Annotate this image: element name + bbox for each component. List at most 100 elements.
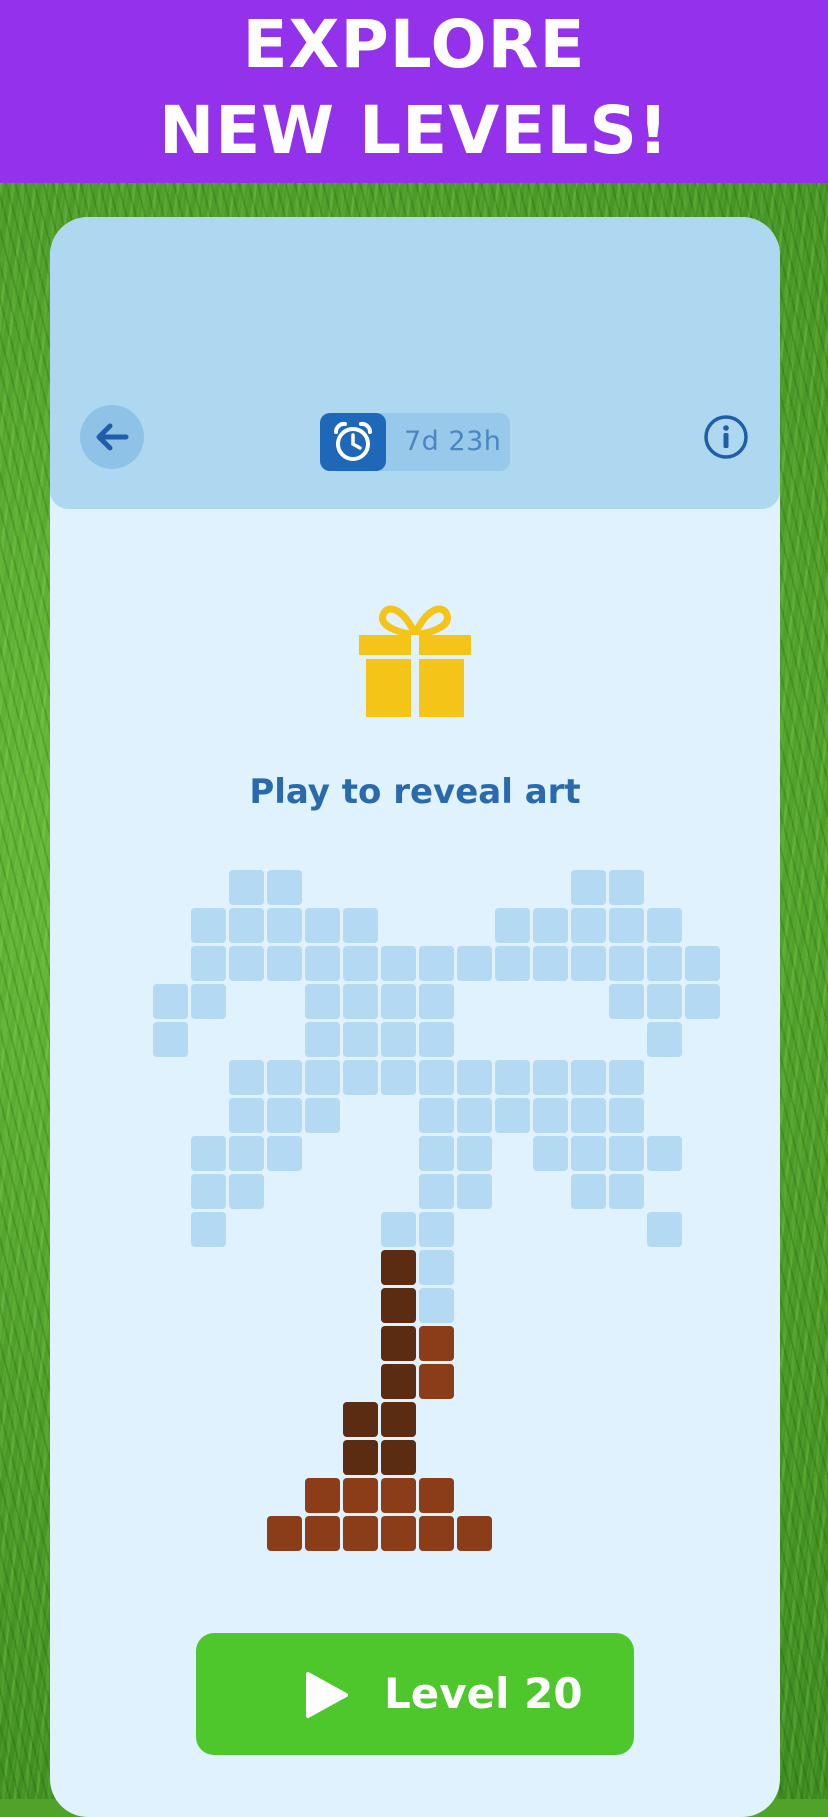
- hidden-pixel-tile: [305, 984, 340, 1019]
- hidden-pixel-tile: [419, 1250, 454, 1285]
- hidden-pixel-tile: [571, 908, 606, 943]
- hidden-pixel-tile: [571, 1060, 606, 1095]
- revealed-pixel-tile: [419, 1364, 454, 1399]
- hidden-pixel-tile: [647, 1212, 682, 1247]
- hidden-pixel-tile: [229, 1098, 264, 1133]
- hidden-pixel-tile: [381, 984, 416, 1019]
- hidden-pixel-tile: [457, 1136, 492, 1171]
- revealed-pixel-tile: [419, 1478, 454, 1513]
- hidden-pixel-tile: [305, 908, 340, 943]
- hidden-pixel-tile: [153, 984, 188, 1019]
- revealed-pixel-tile: [343, 1402, 378, 1437]
- hidden-pixel-tile: [609, 1098, 644, 1133]
- hidden-pixel-tile: [533, 946, 568, 981]
- hidden-pixel-tile: [419, 946, 454, 981]
- hidden-pixel-tile: [609, 908, 644, 943]
- hidden-pixel-tile: [381, 1022, 416, 1057]
- hidden-pixel-tile: [457, 1098, 492, 1133]
- hidden-pixel-tile: [647, 1022, 682, 1057]
- hidden-pixel-tile: [609, 1060, 644, 1095]
- hidden-pixel-tile: [533, 1136, 568, 1171]
- revealed-pixel-tile: [305, 1516, 340, 1551]
- hidden-pixel-tile: [153, 1022, 188, 1057]
- hidden-pixel-tile: [419, 1174, 454, 1209]
- hidden-pixel-tile: [647, 1136, 682, 1171]
- hidden-pixel-tile: [609, 1136, 644, 1171]
- hidden-pixel-tile: [419, 984, 454, 1019]
- hidden-pixel-tile: [495, 908, 530, 943]
- revealed-pixel-tile: [419, 1326, 454, 1361]
- hidden-pixel-tile: [267, 1136, 302, 1171]
- hidden-pixel-tile: [267, 870, 302, 905]
- hidden-pixel-tile: [229, 908, 264, 943]
- hidden-pixel-tile: [229, 1174, 264, 1209]
- hidden-pixel-tile: [191, 984, 226, 1019]
- revealed-pixel-tile: [343, 1516, 378, 1551]
- play-level-button[interactable]: Level 20: [196, 1633, 634, 1755]
- hidden-pixel-tile: [647, 946, 682, 981]
- revealed-pixel-tile: [381, 1440, 416, 1475]
- hidden-pixel-tile: [419, 1022, 454, 1057]
- hidden-pixel-tile: [305, 1098, 340, 1133]
- hidden-pixel-tile: [343, 946, 378, 981]
- hidden-pixel-tile: [419, 1098, 454, 1133]
- hidden-pixel-tile: [267, 946, 302, 981]
- level-card: 7d 23h Play to reveal art Level 20: [50, 217, 780, 1817]
- hidden-pixel-tile: [381, 1212, 416, 1247]
- hidden-pixel-tile: [571, 870, 606, 905]
- hidden-pixel-tile: [571, 1098, 606, 1133]
- promo-banner: EXPLORE NEW LEVELS!: [0, 0, 828, 183]
- hidden-pixel-tile: [191, 1174, 226, 1209]
- hidden-pixel-tile: [685, 984, 720, 1019]
- hidden-pixel-tile: [191, 946, 226, 981]
- play-icon: [306, 1672, 348, 1718]
- hidden-pixel-tile: [191, 908, 226, 943]
- hidden-pixel-tile: [571, 1174, 606, 1209]
- hidden-pixel-tile: [457, 946, 492, 981]
- revealed-pixel-tile: [381, 1364, 416, 1399]
- hidden-pixel-tile: [229, 1136, 264, 1171]
- hidden-pixel-tile: [305, 946, 340, 981]
- hidden-pixel-tile: [609, 946, 644, 981]
- hidden-pixel-tile: [533, 1098, 568, 1133]
- hidden-pixel-tile: [343, 908, 378, 943]
- hidden-pixel-tile: [609, 1174, 644, 1209]
- hidden-pixel-tile: [305, 1022, 340, 1057]
- revealed-pixel-tile: [267, 1516, 302, 1551]
- hidden-pixel-tile: [305, 1060, 340, 1095]
- pixel-art-grid: [50, 217, 780, 1817]
- play-level-label: Level 20: [384, 1669, 583, 1718]
- revealed-pixel-tile: [343, 1478, 378, 1513]
- hidden-pixel-tile: [381, 946, 416, 981]
- hidden-pixel-tile: [419, 1136, 454, 1171]
- revealed-pixel-tile: [381, 1250, 416, 1285]
- hidden-pixel-tile: [495, 1098, 530, 1133]
- hidden-pixel-tile: [457, 1060, 492, 1095]
- banner-title-line1: EXPLORE: [242, 6, 586, 83]
- hidden-pixel-tile: [533, 1060, 568, 1095]
- revealed-pixel-tile: [343, 1440, 378, 1475]
- hidden-pixel-tile: [267, 1060, 302, 1095]
- hidden-pixel-tile: [495, 946, 530, 981]
- hidden-pixel-tile: [419, 1060, 454, 1095]
- hidden-pixel-tile: [343, 984, 378, 1019]
- revealed-pixel-tile: [381, 1402, 416, 1437]
- revealed-pixel-tile: [419, 1516, 454, 1551]
- revealed-pixel-tile: [305, 1478, 340, 1513]
- hidden-pixel-tile: [609, 984, 644, 1019]
- revealed-pixel-tile: [381, 1516, 416, 1551]
- hidden-pixel-tile: [495, 1060, 530, 1095]
- hidden-pixel-tile: [229, 946, 264, 981]
- revealed-pixel-tile: [457, 1516, 492, 1551]
- hidden-pixel-tile: [343, 1060, 378, 1095]
- revealed-pixel-tile: [381, 1326, 416, 1361]
- hidden-pixel-tile: [343, 1022, 378, 1057]
- hidden-pixel-tile: [191, 1136, 226, 1171]
- hidden-pixel-tile: [267, 908, 302, 943]
- hidden-pixel-tile: [419, 1288, 454, 1323]
- hidden-pixel-tile: [609, 870, 644, 905]
- revealed-pixel-tile: [381, 1288, 416, 1323]
- hidden-pixel-tile: [267, 1098, 302, 1133]
- hidden-pixel-tile: [647, 984, 682, 1019]
- banner-title-line2: NEW LEVELS!: [158, 92, 670, 169]
